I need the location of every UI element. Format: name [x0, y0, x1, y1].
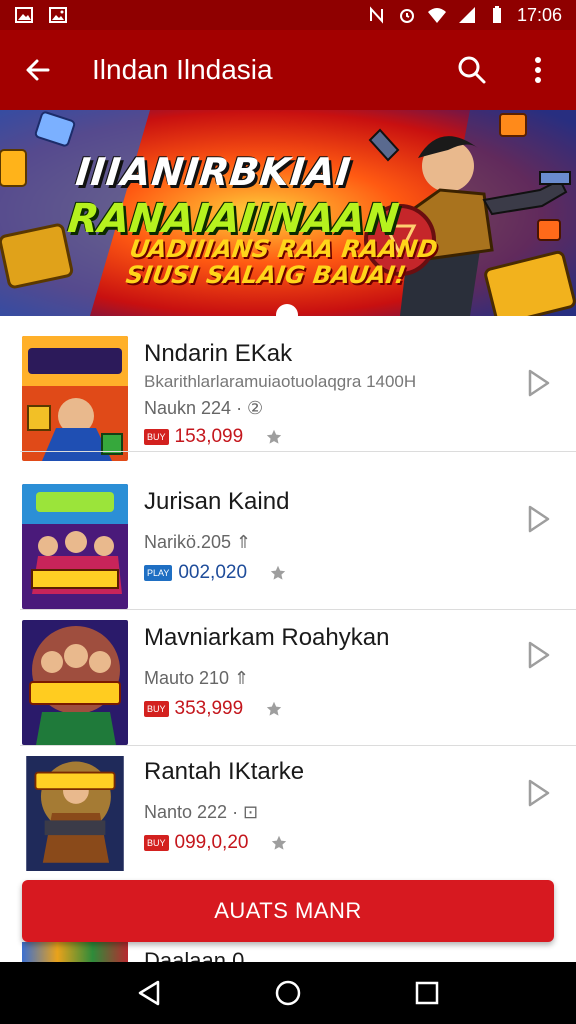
- game-price: 002,020: [178, 562, 248, 583]
- price-badge: BUY: [144, 835, 169, 851]
- search-button[interactable]: [452, 50, 492, 90]
- banner-line-3b: SIUSI SALAIG BAUAI!: [124, 261, 408, 289]
- game-title: Rantah IKtarke: [144, 758, 305, 785]
- game-description: Bkarithlarlaramuiaotuolaqgra 1400H: [144, 372, 417, 391]
- price-badge: BUY: [144, 429, 169, 445]
- arrow-left-icon: [26, 59, 50, 81]
- price-line: PLAY 002,020: [144, 562, 287, 584]
- wifi-icon: [427, 8, 446, 23]
- gallery-icon: [49, 7, 67, 23]
- play-arrow-icon[interactable]: [526, 368, 552, 398]
- play-arrow-icon[interactable]: [526, 778, 552, 808]
- divider: [20, 451, 576, 452]
- promo-banner[interactable]: IIIANIRBKIAI RANAIAIINAAN UADIIIANS RAA …: [0, 110, 576, 316]
- game-meta: Nanto 222 · ⊡: [144, 802, 259, 822]
- game-thumbnail: [22, 620, 128, 745]
- banner-line-3a: UADIIIANS RAA RAAND: [127, 235, 440, 263]
- price-badge: PLAY: [144, 565, 173, 581]
- game-thumbnail: [22, 942, 128, 962]
- game-title: Mavniarkam Roahykan: [144, 624, 390, 651]
- status-time: 17:06: [516, 4, 562, 25]
- price-line: BUY 153,099: [144, 426, 283, 448]
- game-thumbnail: [22, 484, 128, 609]
- star-icon[interactable]: [270, 834, 288, 852]
- banner-line-1: IIIANIRBKIAI: [73, 150, 354, 194]
- overflow-menu-button[interactable]: [518, 50, 558, 90]
- primary-action-button[interactable]: AUATS MANR: [22, 880, 554, 942]
- list-item[interactable]: Nndarin EKak Bkarithlarlaramuiaotuolaqgr…: [0, 316, 576, 461]
- app-bar: Ilndan Ilndasia: [0, 30, 576, 110]
- price-badge: BUY: [144, 701, 169, 717]
- search-icon: [458, 56, 486, 84]
- game-title: Nndarin EKak: [144, 340, 293, 367]
- nav-home-button[interactable]: [268, 973, 308, 1013]
- system-nav-bar: [0, 962, 576, 1024]
- price-line: BUY 353,999: [144, 698, 283, 720]
- nav-back-button[interactable]: [129, 973, 169, 1013]
- game-meta: Narikö.205 ⇑: [144, 532, 252, 552]
- back-button[interactable]: [18, 50, 58, 90]
- star-icon[interactable]: [265, 428, 283, 446]
- game-meta: Naukn 224 · ②: [144, 398, 264, 418]
- list-item[interactable]: Rantah IKtarke Nanto 222 · ⊡ BUY 099,0,2…: [0, 746, 576, 882]
- game-price: 353,999: [174, 698, 244, 719]
- play-arrow-icon[interactable]: [526, 640, 552, 670]
- more-vertical-icon: [535, 57, 541, 83]
- game-thumbnail: [22, 336, 128, 461]
- game-thumbnail: [26, 756, 124, 871]
- nfc-icon: [369, 6, 383, 24]
- circle-home-icon: [275, 980, 301, 1006]
- play-arrow-icon[interactable]: [526, 504, 552, 534]
- triangle-back-icon: [139, 980, 160, 1006]
- list-item[interactable]: Jurisan Kaind Narikö.205 ⇑ PLAY 002,020: [0, 474, 576, 610]
- nav-recents-button[interactable]: [407, 973, 447, 1013]
- alarm-icon: [399, 9, 414, 23]
- star-icon[interactable]: [269, 564, 287, 582]
- battery-icon: [492, 6, 501, 23]
- price-line: BUY 099,0,20: [144, 832, 288, 854]
- square-recents-icon: [415, 981, 438, 1005]
- list-item-partial[interactable]: Daalaan 0: [0, 942, 576, 962]
- game-price: 099,0,20: [174, 832, 249, 853]
- banner-line-3: UADIIIANS RAA RAAND SIUSI SALAIG BAUAI!: [124, 235, 440, 289]
- status-bar: 17:06: [0, 0, 576, 30]
- game-title: Jurisan Kaind: [144, 488, 290, 515]
- star-icon[interactable]: [265, 700, 283, 718]
- game-price: 153,099: [174, 426, 244, 447]
- signal-icon: [458, 7, 475, 23]
- list-item[interactable]: Mavniarkam Roahykan Mauto 210 ⇑ BUY 353,…: [0, 610, 576, 746]
- image-icon: [15, 7, 33, 23]
- game-title: Daalaan 0: [144, 948, 245, 962]
- game-meta: Mauto 210 ⇑: [144, 668, 250, 688]
- page-title: Ilndan Ilndasia: [92, 54, 273, 85]
